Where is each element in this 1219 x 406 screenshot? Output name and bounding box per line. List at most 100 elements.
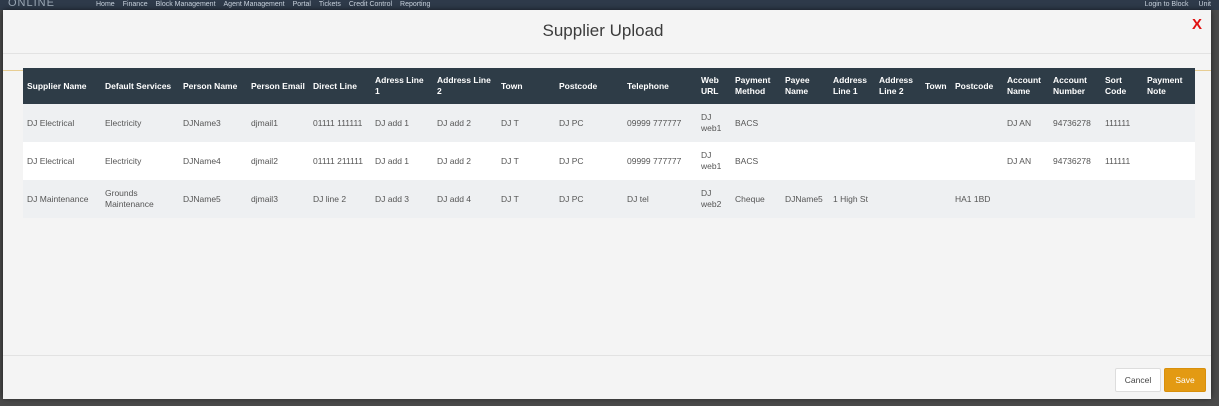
menu-home[interactable]: Home	[96, 1, 115, 8]
table-cell: BACS	[735, 155, 759, 166]
table-cell: DJ Electrical	[27, 117, 75, 128]
top-right-actions: Login to Block Unit	[1145, 1, 1211, 8]
login-to-block-link[interactable]: Login to Block	[1145, 1, 1189, 8]
column-header: Default Services	[105, 80, 172, 91]
modal-header: Supplier Upload X	[3, 10, 1211, 54]
table-cell: DJName4	[183, 155, 221, 166]
column-header: Direct Line	[313, 80, 357, 91]
table-cell: DJ web1	[701, 150, 722, 171]
cancel-button[interactable]: Cancel	[1115, 368, 1161, 392]
table-cell: DJ AN	[1007, 117, 1032, 128]
table-cell: djmail1	[251, 117, 278, 128]
table-cell: DJ add 2	[437, 117, 472, 128]
column-header: Payee Name	[785, 75, 810, 96]
column-header: Town	[501, 80, 523, 91]
table-cell	[951, 104, 1003, 142]
column-header: Postcode	[559, 80, 598, 91]
table-header-row: Supplier Name Default Services Person Name…	[23, 68, 1195, 104]
column-header: Adress Line 1	[375, 75, 424, 96]
table-cell: DJ Electrical	[27, 155, 75, 166]
table-cell	[781, 104, 829, 142]
column-header: Supplier Name	[27, 80, 87, 91]
table-cell	[875, 180, 921, 218]
table-cell: DJ T	[501, 155, 519, 166]
menu-reporting[interactable]: Reporting	[400, 1, 430, 8]
table-cell: djmail3	[251, 193, 278, 204]
supplier-upload-modal: Supplier Upload X Supplier Name Default S…	[3, 10, 1211, 399]
table-cell	[1101, 180, 1143, 218]
table-cell: BACS	[735, 117, 759, 128]
table-cell	[921, 104, 951, 142]
table-cell: 09999 777777	[627, 155, 682, 166]
table-cell: 09999 777777	[627, 117, 682, 128]
table-cell: DJName5	[785, 193, 823, 204]
column-header: Account Name	[1007, 75, 1041, 96]
save-button[interactable]: Save	[1164, 368, 1206, 392]
top-navigation-bar: ONLINE Home Finance Block Management Age…	[0, 0, 1219, 10]
column-header: Sort Code	[1105, 75, 1127, 96]
table-cell: DJ PC	[559, 193, 584, 204]
table-cell: DJ add 1	[375, 117, 410, 128]
table-cell: 94736278	[1053, 155, 1091, 166]
table-cell	[921, 180, 951, 218]
menu-portal[interactable]: Portal	[293, 1, 311, 8]
supplier-table: Supplier Name Default Services Person Name…	[23, 68, 1195, 218]
column-header: Town	[925, 80, 947, 91]
table-cell: HA1 1BD	[955, 193, 991, 204]
table-cell	[829, 104, 875, 142]
table-cell: DJ web2	[701, 188, 722, 209]
table-cell: DJ PC	[559, 117, 584, 128]
menu-block-management[interactable]: Block Management	[156, 1, 216, 8]
table-row: DJ Maintenance Grounds Maintenance DJName5…	[23, 180, 1195, 218]
column-header: Address Line 2	[879, 75, 914, 96]
table-cell: DJName3	[183, 117, 221, 128]
table-cell: Electricity	[105, 155, 142, 166]
table-cell: 01111 111111	[313, 117, 363, 128]
menu-credit-control[interactable]: Credit Control	[349, 1, 392, 8]
table-cell	[875, 142, 921, 180]
table-cell: DJ Maintenance	[27, 193, 89, 204]
table-row: DJ Electrical Electricity DJName3 djmail1 01…	[23, 104, 1195, 142]
table-cell	[875, 104, 921, 142]
table-cell	[1003, 180, 1049, 218]
table-cell	[1143, 142, 1195, 180]
column-header: Web URL	[701, 75, 719, 96]
column-header: Address Line 1	[833, 75, 868, 96]
table-cell: DJ line 2	[313, 193, 347, 204]
table-cell: DJ tel	[627, 193, 649, 204]
supplier-table-container: Supplier Name Default Services Person Name…	[23, 68, 1195, 218]
menu-agent-management[interactable]: Agent Management	[224, 1, 285, 8]
column-header: Payment Note	[1147, 75, 1183, 96]
table-cell	[921, 142, 951, 180]
table-row: DJ Electrical Electricity DJName4 djmail2 01…	[23, 142, 1195, 180]
table-cell: 1 High St	[833, 193, 868, 204]
unit-search-link[interactable]: Unit	[1199, 1, 1211, 8]
column-header: Account Number	[1053, 75, 1087, 96]
table-cell: DJ PC	[559, 155, 584, 166]
table-body: DJ Electrical Electricity DJName3 djmail1 01…	[23, 104, 1195, 218]
table-cell: DJ add 3	[375, 193, 410, 204]
table-cell: DJ T	[501, 117, 519, 128]
column-header: Person Name	[183, 80, 238, 91]
modal-footer: Cancel Save	[3, 355, 1211, 399]
table-cell: DJName5	[183, 193, 221, 204]
table-cell: Electricity	[105, 117, 142, 128]
table-cell: DJ add 4	[437, 193, 472, 204]
table-cell: 94736278	[1053, 117, 1091, 128]
table-cell	[829, 142, 875, 180]
column-header: Telephone	[627, 80, 669, 91]
table-cell: 01111 211111	[313, 155, 363, 166]
table-cell: DJ T	[501, 193, 519, 204]
modal-title: Supplier Upload	[542, 21, 664, 40]
table-cell: DJ add 2	[437, 155, 472, 166]
close-button[interactable]: X	[1192, 16, 1202, 33]
table-cell: 111111	[1105, 155, 1131, 166]
column-header: Postcode	[955, 80, 994, 91]
table-cell: Grounds Maintenance	[105, 188, 154, 209]
table-cell: Cheque	[735, 193, 765, 204]
table-cell: DJ AN	[1007, 155, 1032, 166]
menu-tickets[interactable]: Tickets	[319, 1, 341, 8]
menu-finance[interactable]: Finance	[123, 1, 148, 8]
column-header: Address Line 2	[437, 75, 491, 96]
table-cell: djmail2	[251, 155, 278, 166]
